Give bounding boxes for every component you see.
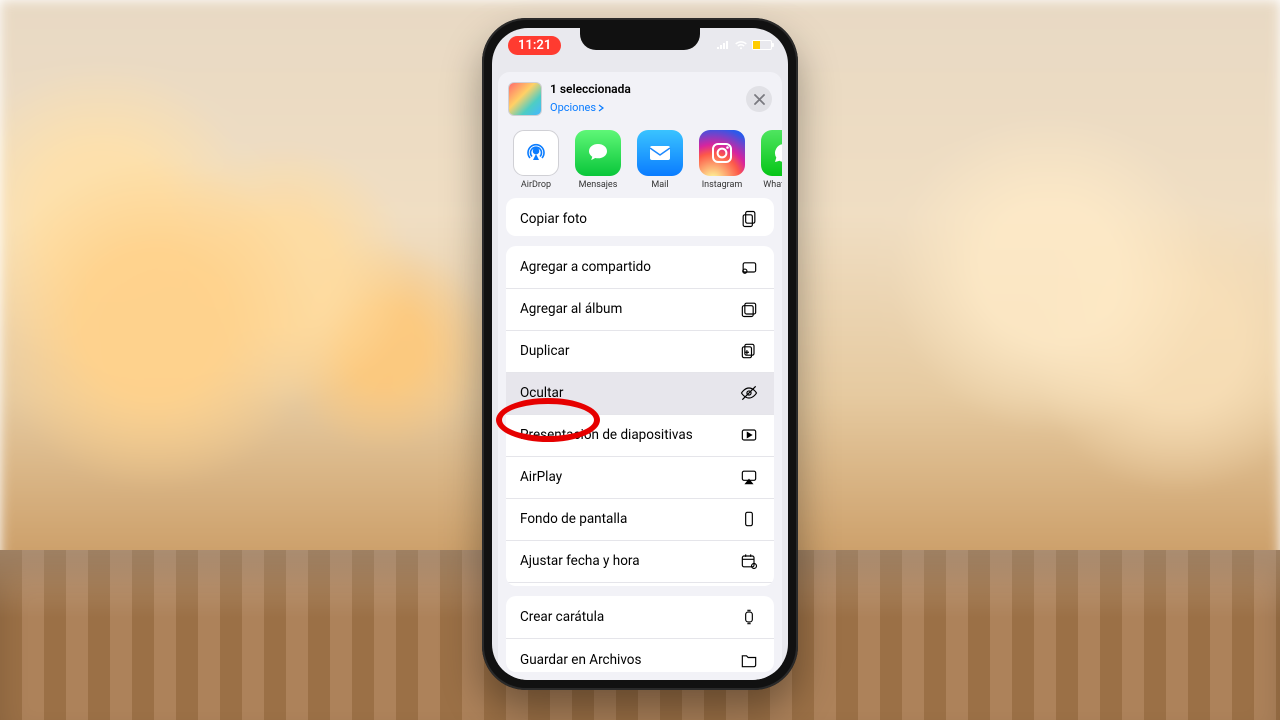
wifi-icon [734,40,748,50]
chevron-right-icon [598,104,605,112]
mail-icon [637,130,683,176]
action-adjust-date[interactable]: Ajustar fecha y hora [506,540,774,582]
selection-thumbnail [508,82,542,116]
action-label: Ajustar fecha y hora [520,553,640,569]
battery-icon [752,40,772,50]
share-targets[interactable]: AirDrop Mensajes Mail [498,122,782,192]
hide-icon [738,382,760,404]
iphone-mockup: 11:21 1 seleccionada Opciones [482,18,798,690]
action-groups[interactable]: Copiar foto Agregar a compartido Agregar… [498,192,782,680]
group-files: Crear carátula Guardar en Archivos [506,596,774,672]
action-create-cover[interactable]: Crear carátula [506,596,774,638]
recording-time-pill: 11:21 [508,36,561,55]
action-label: Guardar en Archivos [520,652,641,668]
group-main: Agregar a compartido Agregar al álbum Du… [506,246,774,587]
action-label: Agregar a compartido [520,259,651,275]
target-whatsapp[interactable]: WhatsApp [760,130,782,190]
shared-album-icon [738,256,760,278]
watchface-icon [738,606,760,628]
action-label: AirPlay [520,469,562,485]
target-label: WhatsApp [763,180,782,190]
close-button[interactable] [746,86,772,112]
sheet-header: 1 seleccionada Opciones [498,72,782,122]
target-label: Mail [651,180,668,190]
instagram-icon [699,130,745,176]
target-instagram[interactable]: Instagram [698,130,746,190]
airplay-icon [738,466,760,488]
copy-icon [738,208,760,230]
action-label: Copiar foto [520,211,587,227]
duplicate-icon [738,340,760,362]
folder-icon [738,649,760,671]
action-adjust-location[interactable]: Ajustar ubicación [506,582,774,587]
action-hide[interactable]: Ocultar [506,372,774,414]
action-label: Fondo de pantalla [520,511,627,527]
group-copy: Copiar foto [506,198,774,236]
options-label: Opciones [550,102,596,115]
action-copy-photo[interactable]: Copiar foto [506,198,774,236]
action-label: Presentación de diapositivas [520,427,693,443]
album-icon [738,298,760,320]
phone-notch [580,28,700,50]
action-airplay[interactable]: AirPlay [506,456,774,498]
slideshow-icon [738,424,760,446]
target-label: AirDrop [521,180,551,190]
airdrop-icon [513,130,559,176]
action-add-album[interactable]: Agregar al álbum [506,288,774,330]
target-label: Mensajes [579,180,618,190]
target-messages[interactable]: Mensajes [574,130,622,190]
status-right [716,40,772,50]
action-save-files[interactable]: Guardar en Archivos [506,638,774,672]
wallpaper-icon [738,508,760,530]
action-wallpaper[interactable]: Fondo de pantalla [506,498,774,540]
calendar-icon [738,550,760,572]
action-label: Ocultar [520,385,563,401]
action-label: Agregar al álbum [520,301,622,317]
share-sheet: 1 seleccionada Opciones AirDrop [498,72,782,680]
action-duplicate[interactable]: Duplicar [506,330,774,372]
cellular-icon [716,40,730,50]
messages-icon [575,130,621,176]
target-airdrop[interactable]: AirDrop [512,130,560,190]
target-mail[interactable]: Mail [636,130,684,190]
options-link[interactable]: Opciones [550,102,605,115]
whatsapp-icon [761,130,782,176]
action-add-shared[interactable]: Agregar a compartido [506,246,774,288]
selection-count: 1 seleccionada [550,83,738,97]
close-icon [754,94,765,105]
action-label: Duplicar [520,343,569,359]
target-label: Instagram [702,180,743,190]
action-slideshow[interactable]: Presentación de diapositivas [506,414,774,456]
action-label: Crear carátula [520,609,604,625]
phone-screen: 11:21 1 seleccionada Opciones [492,28,788,680]
